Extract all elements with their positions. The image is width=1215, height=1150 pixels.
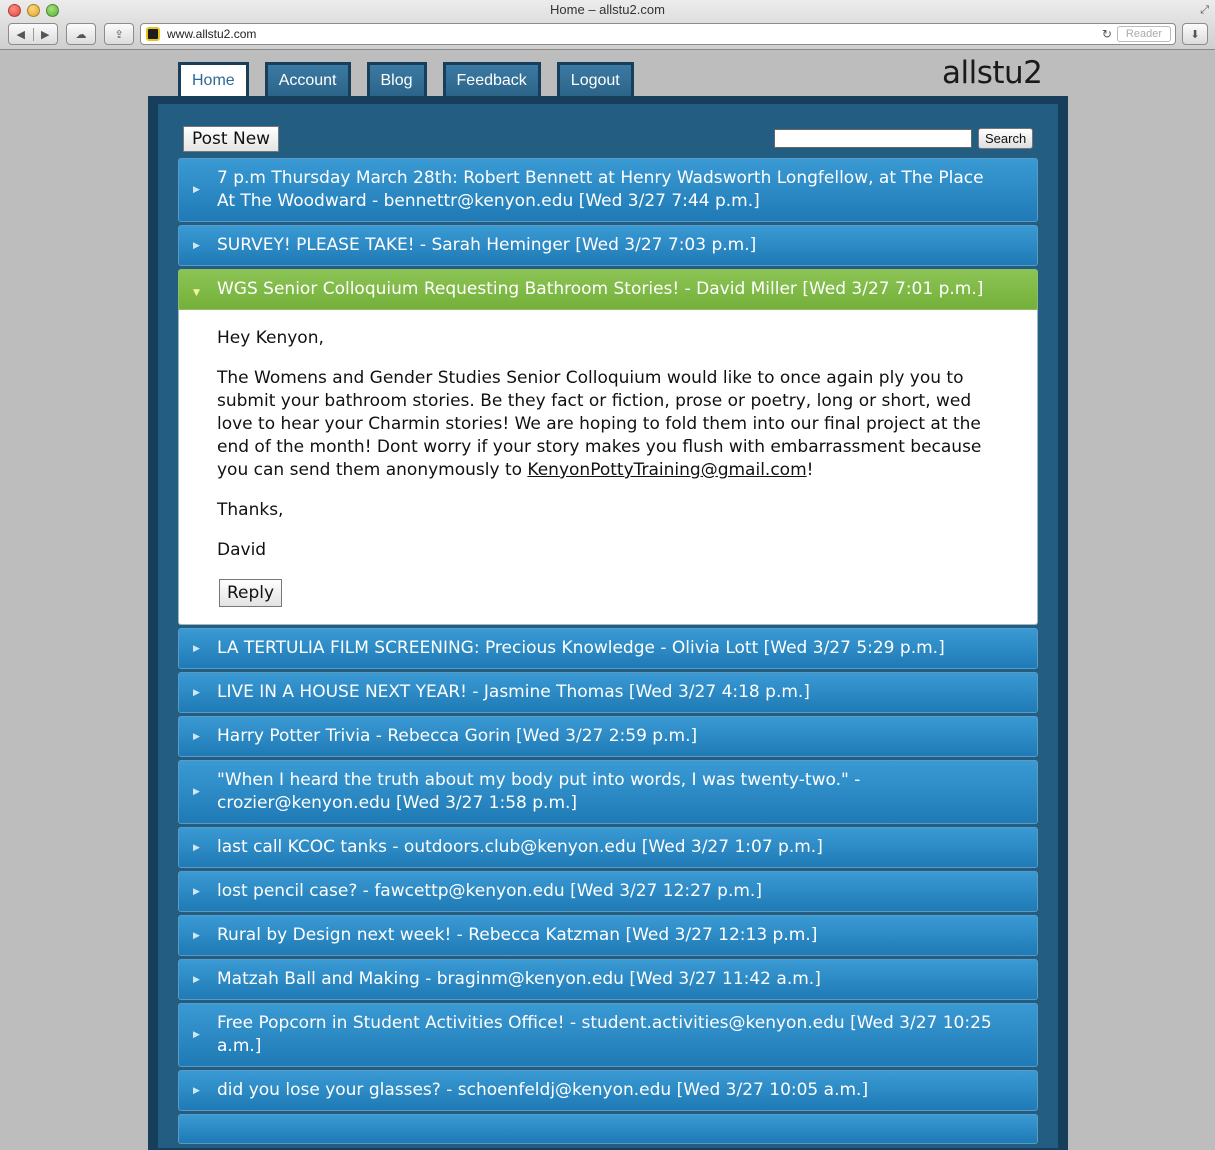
content-panel: Post New Search ▶ 7 p.m Thursday March 28… bbox=[148, 96, 1068, 1150]
post-item[interactable]: ▶ "When I heard the truth about my body p… bbox=[178, 760, 1038, 824]
post-title: WGS Senior Colloquium Requesting Bathroo… bbox=[217, 279, 984, 299]
page: Home Account Blog Feedback Logout allstu… bbox=[0, 51, 1215, 1150]
tab-label: Home bbox=[181, 65, 246, 96]
share-icon: ⇪ bbox=[114, 27, 124, 41]
caret-right-icon: ▶ bbox=[193, 240, 200, 251]
caret-right-icon: ▶ bbox=[193, 886, 200, 897]
caret-right-icon: ▶ bbox=[193, 185, 200, 195]
search-button[interactable]: Search bbox=[978, 128, 1034, 149]
reply-button[interactable]: Reply bbox=[219, 579, 283, 607]
post-title: Matzah Ball and Making - braginm@kenyon.… bbox=[217, 969, 821, 989]
search-input[interactable] bbox=[774, 129, 972, 148]
post-item[interactable]: ▶ SURVEY! PLEASE TAKE! - Sarah Heminger [… bbox=[178, 225, 1038, 266]
post-title: Free Popcorn in Student Activities Offic… bbox=[217, 1013, 992, 1056]
site-logo: allstu2 bbox=[942, 55, 1043, 91]
window-title: Home – allstu2.com bbox=[550, 2, 665, 17]
address-bar[interactable]: www.allstu2.com ↻ Reader bbox=[140, 23, 1176, 45]
post-item[interactable]: ▶ Harry Potter Trivia - Rebecca Gorin [We… bbox=[178, 716, 1038, 757]
tab-blog[interactable]: Blog bbox=[366, 62, 427, 96]
post-title: LIVE IN A HOUSE NEXT YEAR! - Jasmine Tho… bbox=[217, 682, 810, 702]
post-item[interactable]: ▶ last call KCOC tanks - outdoors.club@ke… bbox=[178, 827, 1038, 868]
post-closing: Thanks, bbox=[217, 500, 284, 520]
post-item[interactable]: ▶ lost pencil case? - fawcettp@kenyon.edu… bbox=[178, 871, 1038, 912]
reader-button[interactable]: Reader bbox=[1116, 26, 1171, 42]
caret-right-icon: ▶ bbox=[193, 643, 200, 654]
downloads-button[interactable]: ⬇ bbox=[1182, 23, 1208, 45]
fullscreen-icon[interactable]: ⤢ bbox=[1200, 3, 1209, 17]
share-button[interactable]: ⇪ bbox=[104, 23, 134, 45]
tab-label: Logout bbox=[559, 65, 631, 96]
browser-chrome: Home – allstu2.com ⤢ ◀ ▶ ☁ ⇪ www.allstu2… bbox=[0, 0, 1215, 50]
post-item[interactable]: ▶ Matzah Ball and Making - braginm@kenyon… bbox=[178, 959, 1038, 1000]
post-item[interactable]: ▶ Rural by Design next week! - Rebecca Ka… bbox=[178, 915, 1038, 956]
main-nav: Home Account Blog Feedback Logout bbox=[178, 62, 634, 96]
site-favicon-icon bbox=[146, 27, 160, 41]
post-title: did you lose your glasses? - schoenfeldj… bbox=[217, 1080, 869, 1100]
icloud-tabs-button[interactable]: ☁ bbox=[66, 23, 96, 45]
post-new-button[interactable]: Post New bbox=[183, 126, 280, 152]
tab-home[interactable]: Home bbox=[178, 62, 249, 96]
post-item-expanded[interactable]: ▼ WGS Senior Colloquium Requesting Bathro… bbox=[178, 269, 1038, 310]
post-title: Rural by Design next week! - Rebecca Kat… bbox=[217, 925, 818, 945]
caret-right-icon: ▶ bbox=[193, 1030, 200, 1040]
caret-right-icon: ▶ bbox=[193, 787, 200, 797]
post-title: lost pencil case? - fawcettp@kenyon.edu … bbox=[217, 881, 762, 901]
caret-right-icon: ▶ bbox=[193, 1085, 200, 1096]
caret-down-icon: ▼ bbox=[193, 287, 200, 298]
download-icon: ⬇ bbox=[1190, 27, 1200, 41]
post-item[interactable]: ▶ LA TERTULIA FILM SCREENING: Precious Kn… bbox=[178, 628, 1038, 669]
tab-feedback[interactable]: Feedback bbox=[442, 62, 541, 96]
post-title: "When I heard the truth about my body pu… bbox=[217, 770, 861, 813]
caret-right-icon: ▶ bbox=[193, 842, 200, 853]
post-title: LA TERTULIA FILM SCREENING: Precious Kno… bbox=[217, 638, 945, 658]
caret-right-icon: ▶ bbox=[193, 930, 200, 941]
email-suffix: ! bbox=[806, 460, 814, 480]
post-body: Hey Kenyon, The Womens and Gender Studie… bbox=[178, 310, 1038, 625]
tab-label: Feedback bbox=[445, 65, 538, 96]
post-paragraph: The Womens and Gender Studies Senior Col… bbox=[217, 367, 997, 482]
post-title: SURVEY! PLEASE TAKE! - Sarah Heminger [W… bbox=[217, 235, 757, 255]
post-list: ▶ 7 p.m Thursday March 28th: Robert Benne… bbox=[178, 158, 1038, 1147]
back-forward-buttons: ◀ ▶ bbox=[8, 23, 58, 45]
tab-logout[interactable]: Logout bbox=[556, 62, 634, 96]
cloud-icon: ☁ bbox=[75, 27, 87, 41]
reload-icon[interactable]: ↻ bbox=[1097, 27, 1117, 41]
caret-right-icon: ▶ bbox=[193, 974, 200, 985]
back-icon[interactable]: ◀ bbox=[9, 27, 34, 41]
post-signature: David bbox=[217, 540, 267, 560]
caret-right-icon: ▶ bbox=[193, 731, 200, 742]
post-item[interactable]: ▶ LIVE IN A HOUSE NEXT YEAR! - Jasmine Th… bbox=[178, 672, 1038, 713]
post-item[interactable]: ▶ 7 p.m Thursday March 28th: Robert Benne… bbox=[178, 158, 1038, 222]
post-item[interactable]: ▶ Free Popcorn in Student Activities Offi… bbox=[178, 1003, 1038, 1067]
email-link[interactable]: KenyonPottyTraining@gmail.com bbox=[527, 460, 806, 480]
url-text[interactable]: www.allstu2.com bbox=[167, 27, 1097, 41]
content-panel-inner: Post New Search ▶ 7 p.m Thursday March 28… bbox=[158, 104, 1058, 1148]
tab-account[interactable]: Account bbox=[264, 62, 351, 96]
forward-icon[interactable]: ▶ bbox=[34, 28, 58, 41]
post-greeting: Hey Kenyon, bbox=[217, 328, 324, 348]
tab-label: Account bbox=[267, 65, 348, 96]
post-title: last call KCOC tanks - outdoors.club@ken… bbox=[217, 837, 823, 857]
post-item[interactable]: ▶ did you lose your glasses? - schoenfeld… bbox=[178, 1070, 1038, 1111]
post-item-partial[interactable] bbox=[178, 1114, 1038, 1144]
caret-right-icon: ▶ bbox=[193, 687, 200, 698]
post-title: Harry Potter Trivia - Rebecca Gorin [Wed… bbox=[217, 726, 698, 746]
post-title: 7 p.m Thursday March 28th: Robert Bennet… bbox=[217, 168, 984, 211]
tab-label: Blog bbox=[369, 65, 424, 96]
